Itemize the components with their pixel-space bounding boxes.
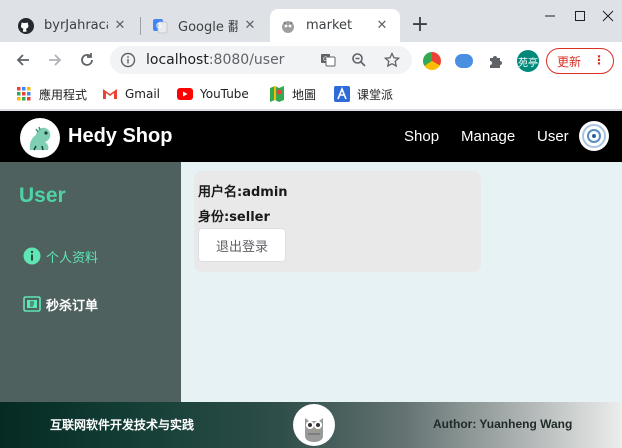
sidebar: User 个人资料 秒杀订单 [0, 162, 181, 402]
forward-arrow-icon[interactable] [43, 48, 67, 72]
footer-author: Author: Yuanheng Wang [433, 417, 573, 431]
update-button[interactable]: 更新 ⋮ [546, 48, 614, 74]
svg-text:G: G [323, 56, 328, 63]
extension-colorful-icon[interactable] [423, 52, 441, 70]
sidebar-item-label: 秒杀订单 [46, 298, 99, 314]
footer-course-title: 互联网软件开发技术与实践 [50, 418, 195, 432]
owl-logo-icon [293, 404, 335, 446]
cloud-extension-icon[interactable] [455, 54, 473, 68]
back-arrow-icon[interactable] [11, 48, 35, 72]
update-label: 更新 [557, 54, 582, 69]
bookmark-star-icon[interactable] [384, 52, 400, 68]
bookmark-label: Gmail [125, 87, 161, 101]
window-close-icon[interactable] [588, 4, 622, 28]
nav-link-manage[interactable]: Manage [461, 128, 515, 145]
github-icon [18, 17, 34, 34]
tab-title: byrJahracal [44, 18, 108, 33]
close-icon[interactable]: ✕ [112, 18, 128, 34]
sidebar-title: User [19, 184, 66, 207]
more-vertical-icon: ⋮ [593, 53, 605, 67]
tab-google-translate[interactable]: G Google 翻译 ✕ [142, 9, 268, 42]
role-text: 身份:seller [198, 210, 270, 225]
tab-market[interactable]: market ✕ [270, 9, 400, 42]
youtube-icon [177, 86, 193, 102]
brand-title[interactable]: Hedy Shop [68, 125, 172, 148]
new-tab-button[interactable]: + [408, 14, 432, 38]
site-footer: 互联网软件开发技术与实践 Author: Yuanheng Wang [0, 402, 622, 448]
address-bar[interactable]: localhost:8080/user G [110, 46, 412, 74]
nav-link-user[interactable]: User [537, 128, 569, 145]
bookmark-label: 應用程式 [39, 87, 88, 102]
bookmark-apps[interactable]: 應用程式 [16, 85, 87, 103]
profile-card: 用户名:admin 身份:seller 退出登录 [194, 171, 481, 272]
order-icon [23, 295, 41, 313]
site-info-icon[interactable] [120, 52, 136, 68]
apps-grid-icon [16, 86, 32, 102]
maps-icon [269, 86, 285, 102]
url-text: localhost:8080/user [146, 52, 284, 68]
info-icon [23, 247, 41, 265]
logout-button[interactable]: 退出登录 [198, 228, 286, 262]
dinosaur-logo-icon[interactable] [20, 118, 60, 158]
extensions-puzzle-icon[interactable] [487, 52, 505, 70]
bookmark-label: YouTube [200, 87, 249, 101]
browser-toolbar: localhost:8080/user G 苑亭 更新 ⋮ [0, 42, 622, 78]
bookmark-label: 地圖 [292, 87, 317, 102]
shop-icon [280, 18, 296, 34]
sidebar-item-profile[interactable]: 个人资料 [23, 246, 98, 266]
bookmark-youtube[interactable]: YouTube [177, 85, 249, 103]
browser-tab-strip: byrJahracal ✕ G Google 翻译 ✕ market ✕ + [0, 0, 622, 42]
bookmark-gmail[interactable]: Gmail [102, 85, 160, 103]
close-icon[interactable]: ✕ [242, 18, 258, 34]
translate-page-icon[interactable]: G [320, 52, 336, 68]
url-host: localhost [146, 52, 209, 68]
tab-title: Google 翻译 [178, 20, 238, 35]
zoom-icon[interactable] [351, 52, 367, 68]
google-translate-icon: G [152, 18, 168, 34]
bookmark-maps[interactable]: 地圖 [269, 85, 316, 103]
user-avatar[interactable] [579, 121, 609, 151]
username-text: 用户名:admin [198, 185, 288, 200]
page-viewport: Hedy Shop Shop Manage User User 个人资料 秒杀订… [0, 111, 622, 448]
tab-title: market [306, 18, 353, 33]
svg-text:G: G [156, 22, 161, 30]
reload-icon[interactable] [75, 48, 99, 72]
site-navbar: Hedy Shop Shop Manage User [0, 111, 622, 162]
tab-github[interactable]: byrJahracal ✕ [8, 9, 138, 42]
tab-divider [140, 17, 141, 35]
bookmark-label: 课堂派 [357, 87, 394, 102]
url-path: :8080/user [208, 52, 285, 68]
close-icon[interactable]: ✕ [374, 18, 390, 34]
ketangpai-icon [334, 86, 350, 102]
sidebar-item-label: 个人资料 [46, 250, 99, 266]
bookmark-ketangpai[interactable]: 课堂派 [334, 85, 393, 103]
nav-link-shop[interactable]: Shop [404, 128, 439, 145]
sidebar-item-orders[interactable]: 秒杀订单 [23, 294, 98, 314]
profile-avatar[interactable]: 苑亭 [517, 50, 539, 72]
bookmarks-bar: 應用程式 Gmail YouTube 地圖 课堂派 [0, 78, 622, 110]
gmail-icon [102, 86, 118, 102]
